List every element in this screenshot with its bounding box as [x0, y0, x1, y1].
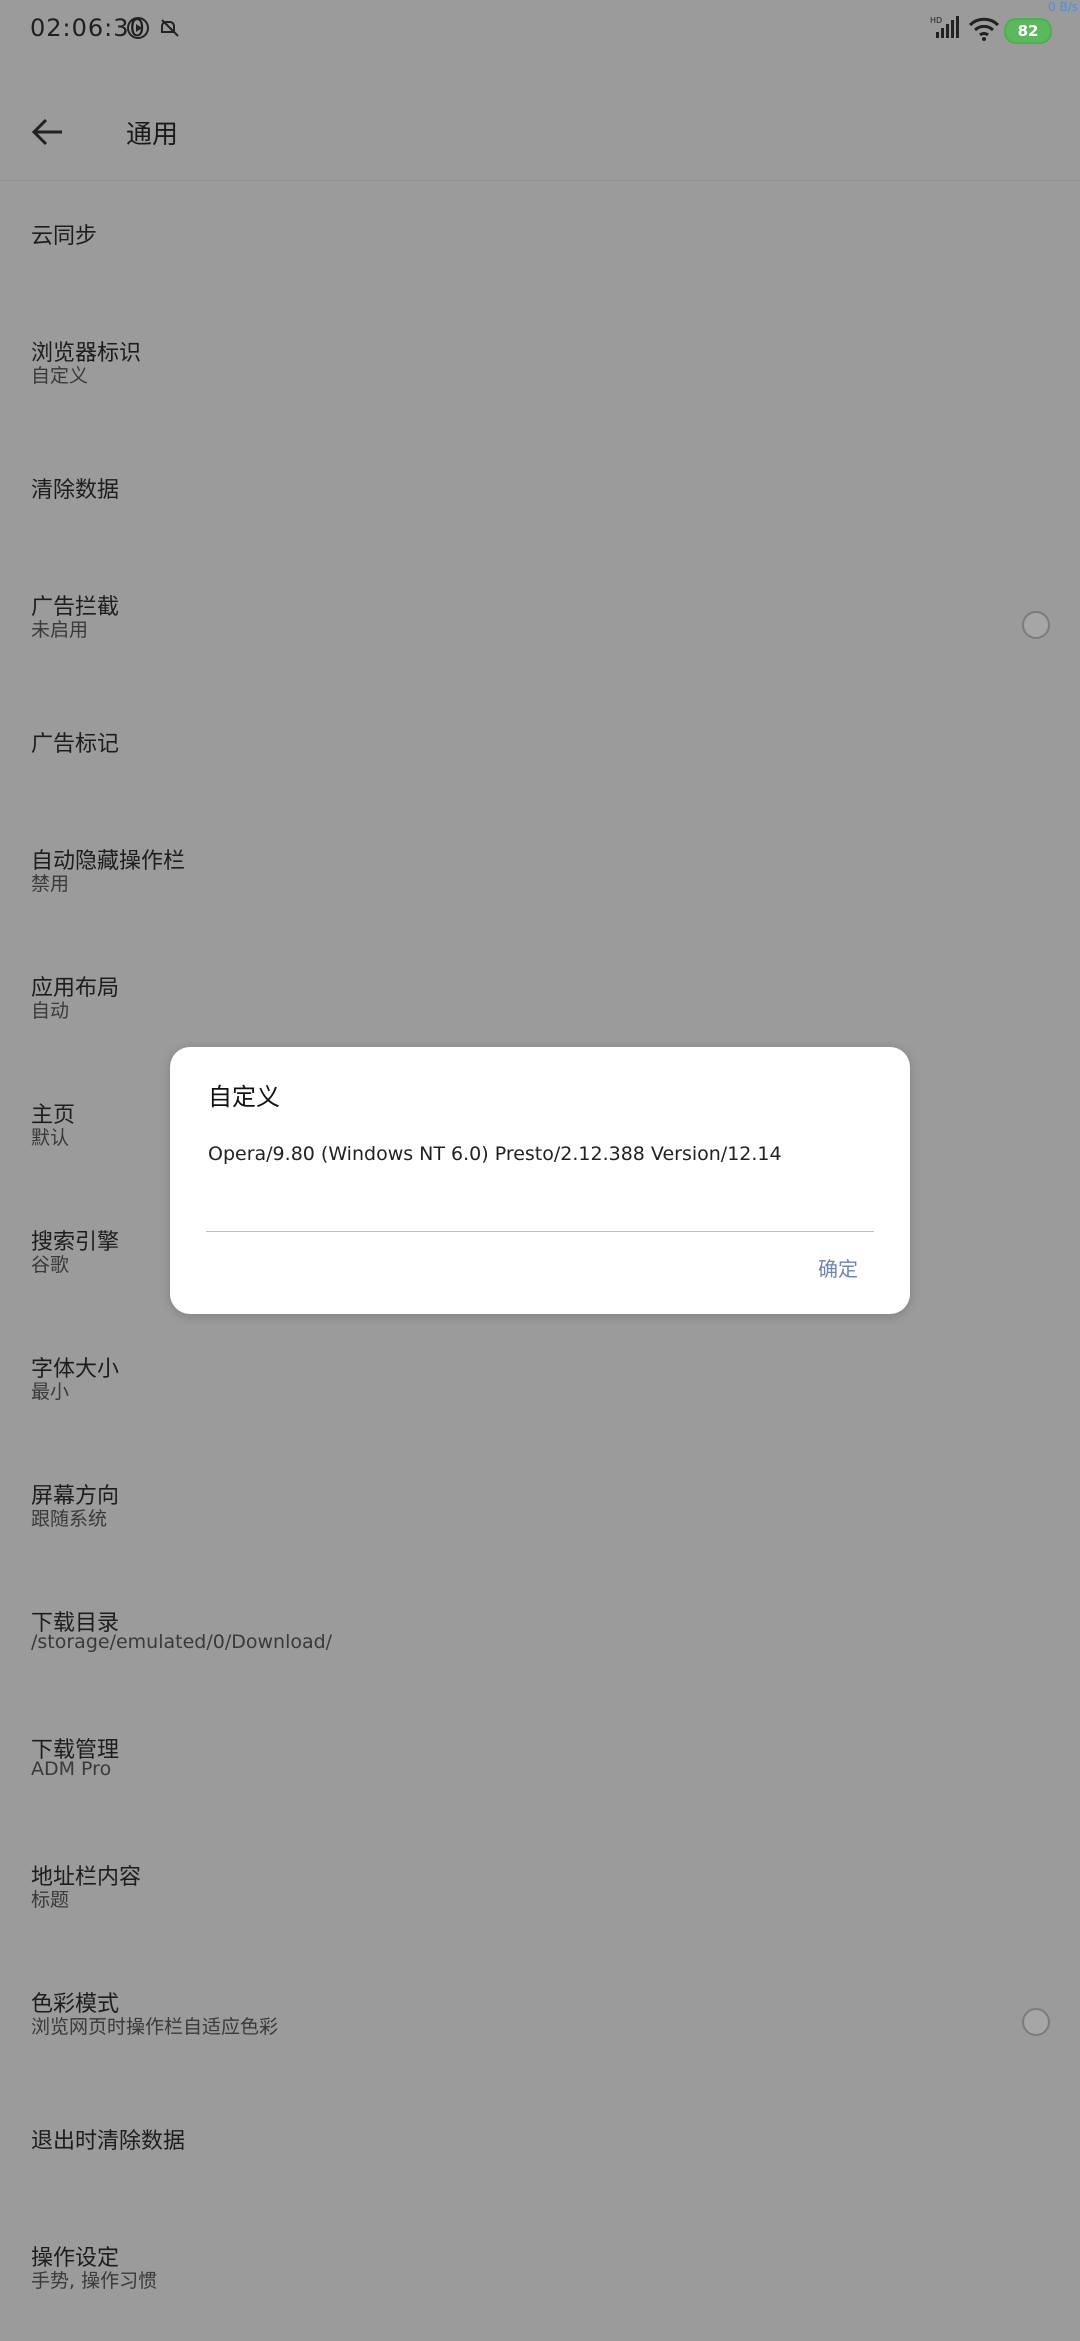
setting-value: 自定义 — [31, 365, 89, 387]
setting-address-bar-content[interactable]: 地址栏内容 标题 — [0, 1833, 1080, 1960]
setting-download-dir[interactable]: 下载目录 /storage/emulated/0/Download/ — [0, 1579, 1080, 1706]
setting-download-manager[interactable]: 下载管理 ADM Pro — [0, 1706, 1080, 1833]
setting-value: 跟随系统 — [31, 1508, 108, 1530]
setting-value: 自动 — [31, 1000, 70, 1022]
setting-title: 清除数据 — [31, 478, 120, 503]
dialog-title: 自定义 — [208, 1083, 280, 1111]
status-bar: 02:06:30 HD 82 0 B/s — [0, 0, 1080, 58]
ad-block-toggle[interactable] — [1022, 611, 1050, 639]
back-arrow-icon[interactable] — [30, 114, 66, 150]
app-bar: 通用 — [0, 58, 1080, 181]
network-speed: 0 B/s — [1048, 0, 1078, 14]
setting-title: 云同步 — [31, 224, 98, 249]
setting-value: /storage/emulated/0/Download/ — [31, 1631, 333, 1653]
setting-value: 谷歌 — [31, 1254, 70, 1276]
mute-icon — [158, 16, 182, 44]
setting-ad-mark[interactable]: 广告标记 — [0, 690, 1080, 817]
setting-cloud-sync[interactable]: 云同步 — [0, 182, 1080, 309]
color-mode-toggle[interactable] — [1022, 2008, 1050, 2036]
setting-font-size[interactable]: 字体大小 最小 — [0, 1325, 1080, 1452]
hd-label: HD — [930, 16, 942, 25]
setting-value: 禁用 — [31, 873, 70, 895]
setting-value: 标题 — [31, 1889, 70, 1911]
setting-value: 默认 — [31, 1127, 70, 1149]
setting-screen-orientation[interactable]: 屏幕方向 跟随系统 — [0, 1452, 1080, 1579]
setting-value: 未启用 — [31, 619, 89, 641]
play-icon — [126, 16, 150, 44]
setting-operation[interactable]: 操作设定 手势, 操作习惯 — [0, 2214, 1080, 2341]
setting-value: 浏览网页时操作栏自适应色彩 — [31, 2016, 279, 2038]
user-agent-input[interactable] — [206, 1131, 876, 1177]
battery-indicator: 82 — [1004, 18, 1052, 44]
input-underline — [206, 1231, 874, 1232]
signal-icon: HD — [930, 14, 960, 44]
setting-clear-data[interactable]: 清除数据 — [0, 436, 1080, 563]
setting-ad-block[interactable]: 广告拦截 未启用 — [0, 563, 1080, 690]
setting-clear-on-exit[interactable]: 退出时清除数据 — [0, 2087, 1080, 2214]
page-title: 通用 — [126, 120, 179, 150]
setting-value: 最小 — [31, 1381, 70, 1403]
setting-title: 退出时清除数据 — [31, 2129, 186, 2154]
setting-color-mode[interactable]: 色彩模式 浏览网页时操作栏自适应色彩 — [0, 1960, 1080, 2087]
setting-user-agent[interactable]: 浏览器标识 自定义 — [0, 309, 1080, 436]
confirm-button[interactable]: 确定 — [818, 1253, 858, 1282]
setting-value: ADM Pro — [31, 1758, 112, 1780]
setting-auto-hide-toolbar[interactable]: 自动隐藏操作栏 禁用 — [0, 817, 1080, 944]
wifi-icon — [968, 16, 1000, 46]
custom-ua-dialog: 自定义 确定 — [170, 1047, 910, 1314]
setting-title: 广告标记 — [31, 732, 120, 757]
